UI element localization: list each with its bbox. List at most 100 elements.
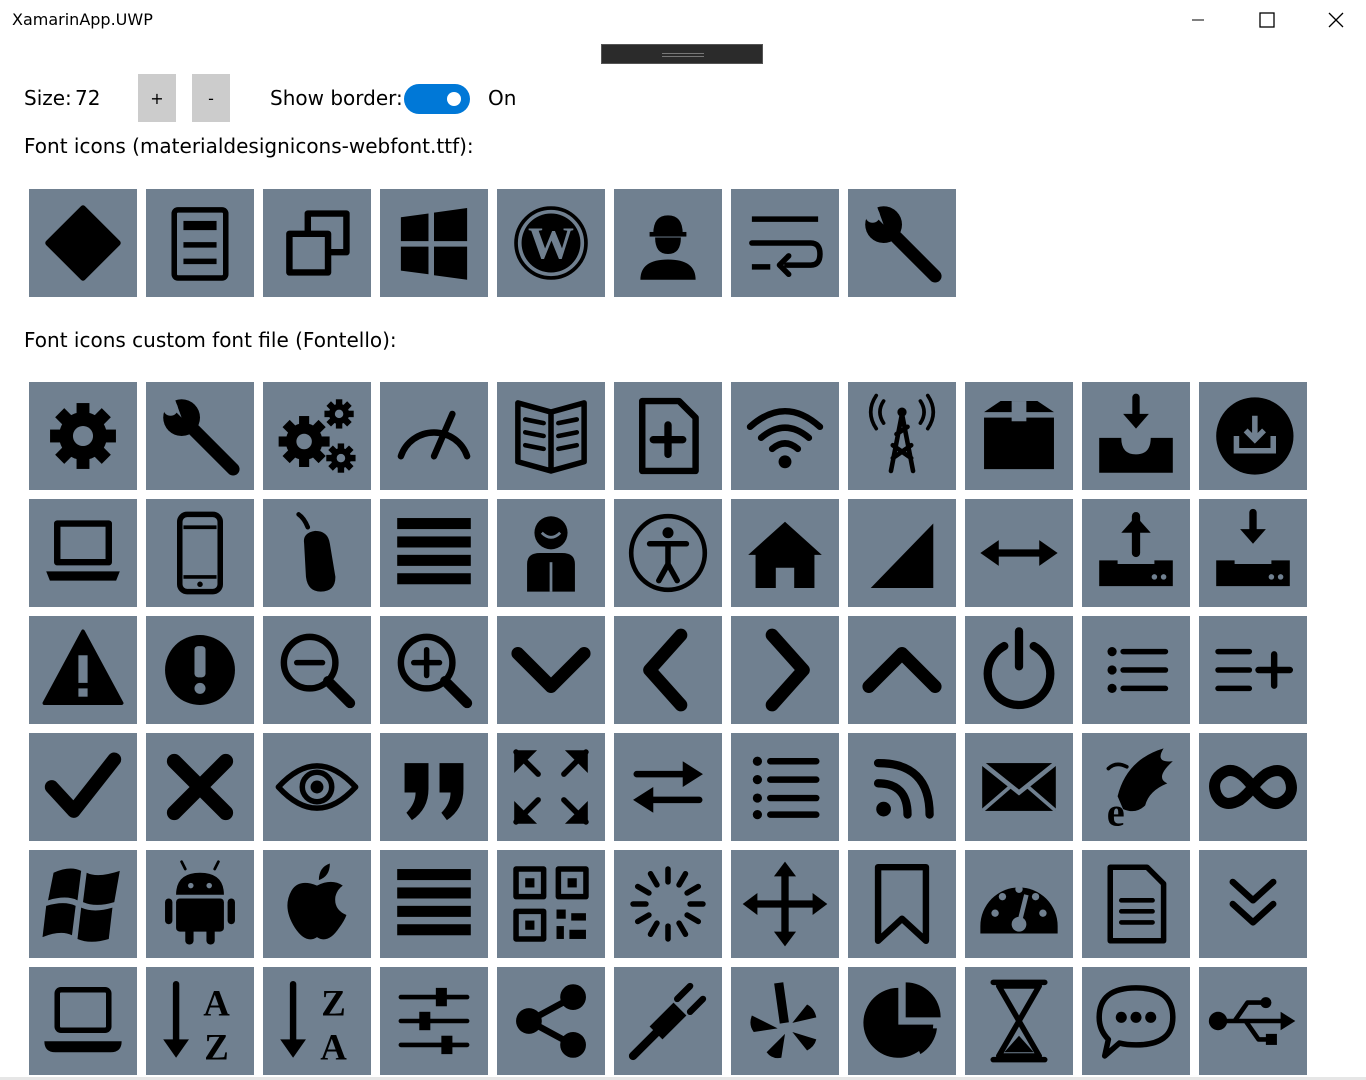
fontello-tile-chevron-right — [731, 616, 839, 724]
fontello-tile-sliders — [380, 967, 488, 1075]
fontello-tile-exclamation — [146, 616, 254, 724]
fontello-tile-list-bullets — [731, 733, 839, 841]
fontello-tile-upload-drive — [1082, 499, 1190, 607]
windows-icon — [42, 868, 120, 942]
maximize-button[interactable] — [1233, 0, 1301, 40]
fontello-tile-dashboard — [965, 850, 1073, 958]
fontello-section-label: Font icons custom font file (Fontello): — [24, 328, 397, 352]
book-open-icon — [515, 400, 587, 474]
exchange-icon — [633, 761, 703, 813]
fontello-tile-windows — [29, 850, 137, 958]
wrap-icon — [749, 216, 823, 278]
fontello-tile-chat — [1082, 967, 1190, 1075]
dashboard-icon — [980, 885, 1058, 934]
minimize-icon — [1192, 19, 1204, 21]
doc-text-icon — [1107, 864, 1167, 944]
laptop-outline-icon — [44, 986, 122, 1053]
quote-icon — [404, 763, 464, 821]
power-icon — [983, 627, 1055, 710]
download-circle-icon — [1216, 397, 1294, 475]
qrcode-icon — [513, 866, 589, 942]
svg-text:A: A — [320, 1027, 347, 1067]
fontello-tile-list — [1082, 616, 1190, 724]
wifi-icon — [746, 407, 824, 469]
toggle-knob — [447, 92, 461, 106]
fontello-tile-cancel — [146, 733, 254, 841]
show-border-toggle[interactable] — [404, 84, 470, 114]
doc-add-icon — [639, 397, 699, 475]
download-drive-icon — [1216, 508, 1290, 587]
fontello-tile-power — [965, 616, 1073, 724]
svg-text:Z: Z — [204, 1027, 229, 1067]
fontello-tile-hourglass — [965, 967, 1073, 1075]
fullscreen-icon — [513, 749, 589, 825]
fontello-tile-spinner — [614, 850, 722, 958]
fontello-tile-sort-alpha-asc: AZ — [146, 967, 254, 1075]
minimize-button[interactable] — [1164, 0, 1232, 40]
menu-bars-icon — [397, 869, 471, 936]
material-tile-wrap — [731, 189, 839, 297]
maximize-icon — [1259, 12, 1275, 28]
double-chevron-down-icon — [1229, 878, 1277, 926]
fontello-tile-chart-pie — [848, 967, 956, 1075]
fontello-tile-laptop-outline — [29, 967, 137, 1075]
zoom-in-icon — [397, 633, 473, 709]
show-border-label: Show border: — [270, 86, 403, 110]
fontello-tile-gauge — [380, 382, 488, 490]
material-tile-diamond — [29, 189, 137, 297]
close-icon — [1328, 12, 1344, 28]
fontello-tile-sort-alpha-desc: ZA — [263, 967, 371, 1075]
fontello-tile-infinity — [1199, 733, 1307, 841]
fontello-tile-bookmark — [848, 850, 956, 958]
android-icon — [165, 860, 235, 945]
fontello-tile-zoom-out — [263, 616, 371, 724]
list-add-icon — [1215, 648, 1294, 692]
fontello-tile-resize-horizontal — [965, 499, 1073, 607]
fontello-tile-chevron-left — [614, 616, 722, 724]
fontello-tile-menu — [380, 499, 488, 607]
increase-size-button[interactable]: + — [138, 74, 176, 122]
material-tile-worker — [614, 189, 722, 297]
resize-horizontal-icon — [980, 540, 1058, 566]
signal-icon — [870, 523, 934, 588]
decrease-size-button[interactable]: - — [192, 74, 230, 122]
fontello-tile-share — [497, 967, 605, 1075]
fontello-tile-doc-text — [1082, 850, 1190, 958]
fontello-tile-home — [731, 499, 839, 607]
drag-handle[interactable] — [601, 44, 763, 64]
chevron-down-icon — [511, 647, 591, 693]
zoom-out-icon — [280, 633, 356, 709]
fontello-tile-user — [497, 499, 605, 607]
close-button[interactable] — [1302, 0, 1366, 40]
list-bullets-icon — [752, 756, 820, 820]
hourglass-icon — [990, 979, 1048, 1063]
svg-text:Z: Z — [321, 982, 346, 1023]
material-tile-wrench — [848, 189, 956, 297]
fontello-tile-accessibility — [614, 499, 722, 607]
fontello-tile-chevron-up — [848, 616, 956, 724]
fontello-tile-move — [731, 850, 839, 958]
fontello-tile-plug — [614, 967, 722, 1075]
chat-icon — [1096, 985, 1176, 1059]
fontello-tile-android — [146, 850, 254, 958]
gauge-icon — [397, 410, 471, 460]
check-icon — [44, 752, 122, 818]
fontello-tile-box — [965, 382, 1073, 490]
move-icon — [742, 861, 828, 947]
fontello-tile-zoom-in — [380, 616, 488, 724]
mouse-icon — [296, 512, 336, 592]
laptop-icon — [46, 520, 120, 581]
accessibility-icon — [628, 513, 708, 593]
wordpress-icon: W — [514, 206, 588, 280]
fontello-tile-wifi — [731, 382, 839, 490]
windows-icon — [400, 208, 468, 280]
download-tray-icon — [1099, 393, 1173, 473]
svg-text:W: W — [528, 218, 574, 269]
fontello-tile-antenna — [848, 382, 956, 490]
box-icon — [984, 401, 1054, 470]
fontello-tile-eye — [263, 733, 371, 841]
cog-icon — [50, 403, 116, 469]
fontello-tile-download-tray — [1082, 382, 1190, 490]
plug-icon — [628, 982, 707, 1061]
size-label: Size: — [24, 86, 72, 110]
